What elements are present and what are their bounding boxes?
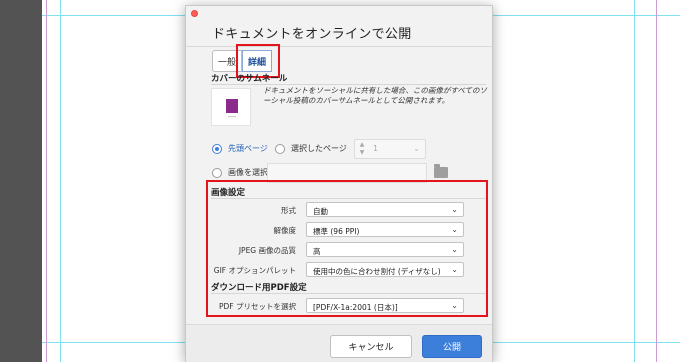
- dialog-footer: キャンセル 公開: [186, 324, 492, 362]
- settings-highlight-box: [206, 180, 488, 317]
- selected-page-radio[interactable]: [275, 144, 285, 154]
- cover-thumbnail-heading: カバーのサムネール: [211, 74, 288, 84]
- cover-divider: [211, 84, 486, 85]
- frame-edge-left: [46, 0, 47, 362]
- title-divider: [186, 46, 492, 47]
- stepper-arrows-icon[interactable]: ▲ ▼: [357, 141, 367, 157]
- guide-right: [634, 0, 635, 362]
- page-number-stepper[interactable]: ▲ ▼ 1 ⌄: [354, 139, 426, 159]
- cancel-button[interactable]: キャンセル: [330, 335, 412, 358]
- selected-page-label: 選択したページ: [291, 144, 347, 153]
- frame-edge-right: [656, 0, 657, 362]
- folder-icon[interactable]: [434, 164, 448, 178]
- chevron-down-icon[interactable]: ⌄: [413, 144, 420, 153]
- choose-image-label: 画像を選択: [228, 168, 268, 177]
- thumbnail-caption-line: [228, 116, 236, 117]
- cover-thumbnail: [211, 88, 251, 126]
- thumbnail-cover-image: [226, 99, 238, 113]
- publish-button[interactable]: 公開: [422, 335, 482, 358]
- page-number-value: 1: [373, 144, 379, 153]
- close-dot-icon[interactable]: [191, 10, 198, 17]
- pasteboard-left: [0, 0, 42, 362]
- dialog-title: ドキュメントをオンラインで公開: [212, 27, 412, 42]
- cover-description: ドキュメントをソーシャルに共有した場合、この画像がすべてのソーシャル投稿のカバー…: [263, 86, 488, 105]
- first-page-label: 先頭ページ: [228, 144, 268, 153]
- first-page-radio[interactable]: [212, 144, 222, 154]
- guide-left: [60, 0, 61, 362]
- choose-image-radio[interactable]: [212, 168, 222, 178]
